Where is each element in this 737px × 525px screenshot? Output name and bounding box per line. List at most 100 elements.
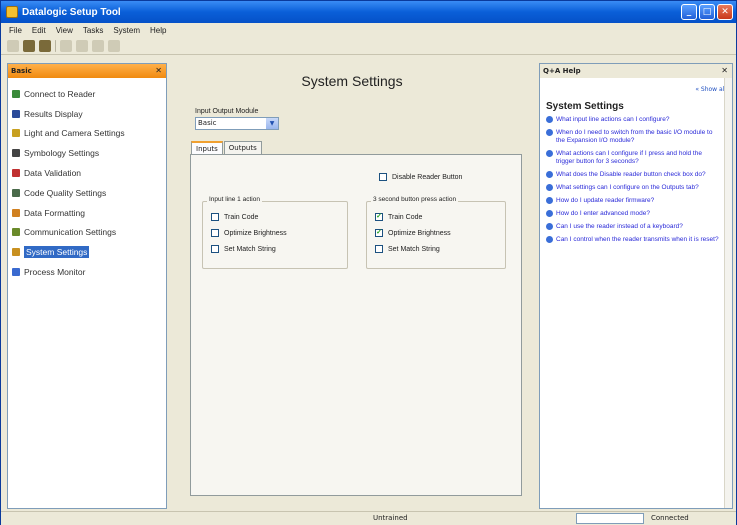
- g2-set-match-string-checkbox[interactable]: Set Match String: [375, 245, 451, 253]
- question-icon: [546, 184, 553, 191]
- maximize-button[interactable]: □: [699, 4, 715, 20]
- checkbox-label: Train Code: [388, 213, 423, 221]
- window-title: Datalogic Setup Tool: [22, 6, 121, 18]
- nav-data-formatting[interactable]: Data Formatting: [8, 203, 166, 223]
- symbology-icon: [12, 149, 20, 158]
- nav-label: Light and Camera Settings: [24, 128, 125, 139]
- faq-link[interactable]: What does the Disable reader button chec…: [546, 171, 722, 179]
- nav-label: Symbology Settings: [24, 148, 100, 159]
- minimize-button[interactable]: _: [681, 4, 697, 20]
- nav-code-quality-settings[interactable]: Code Quality Settings: [8, 183, 166, 203]
- help-pane-title: Q+A Help: [543, 67, 581, 75]
- monitor-icon: [12, 268, 20, 277]
- faq-link[interactable]: What settings can I configure on the Out…: [546, 184, 722, 192]
- checkbox-box[interactable]: [211, 213, 219, 221]
- quality-icon: [12, 188, 20, 197]
- menu-system[interactable]: System: [113, 26, 140, 35]
- g2-optimize-brightness-checkbox[interactable]: ✓ Optimize Brightness: [375, 229, 451, 237]
- toolbar-help-icon[interactable]: [108, 39, 120, 52]
- question-icon: [546, 150, 553, 157]
- formatting-icon: [12, 208, 20, 217]
- app-window: Datalogic Setup Tool _ □ ✕ File Edit Vie…: [0, 0, 737, 525]
- system-icon: [12, 248, 20, 257]
- toolbar-load-icon[interactable]: [76, 39, 88, 52]
- faq-text[interactable]: What does the Disable reader button chec…: [556, 171, 706, 179]
- nav-system-settings[interactable]: System Settings: [8, 242, 166, 262]
- faq-link[interactable]: When do I need to switch from the basic …: [546, 129, 722, 145]
- nav-data-validation[interactable]: Data Validation: [8, 163, 166, 183]
- question-icon: [546, 236, 553, 243]
- checkmark-icon[interactable]: ✓: [375, 213, 383, 221]
- question-icon: [546, 210, 553, 217]
- menu-edit[interactable]: Edit: [32, 26, 46, 35]
- task-pane-header: Basic ✕: [8, 64, 166, 78]
- menu-bar: File Edit View Tasks System Help: [1, 23, 736, 37]
- faq-link[interactable]: Can I control when the reader transmits …: [546, 236, 722, 244]
- faq-text[interactable]: How do I enter advanced mode?: [556, 210, 650, 218]
- nav-label: Code Quality Settings: [24, 187, 107, 198]
- checkmark-icon[interactable]: ✓: [375, 229, 383, 237]
- toolbar-new-icon[interactable]: [7, 39, 19, 52]
- question-icon: [546, 197, 553, 204]
- faq-text[interactable]: Can I use the reader instead of a keyboa…: [556, 223, 683, 231]
- three-second-press-group: 3 second button press action ✓ Train Code…: [366, 196, 506, 269]
- disable-reader-button-checkbox[interactable]: Disable Reader Button: [379, 173, 462, 181]
- question-icon: [546, 171, 553, 178]
- close-icon[interactable]: ✕: [721, 64, 728, 78]
- faq-text[interactable]: What actions can I configure if I press …: [556, 150, 722, 166]
- io-module-select[interactable]: Basic ▼: [195, 117, 279, 130]
- checkbox-box[interactable]: [375, 245, 383, 253]
- close-button[interactable]: ✕: [717, 4, 733, 20]
- nav-symbology-settings[interactable]: Symbology Settings: [8, 143, 166, 163]
- g1-optimize-brightness-checkbox[interactable]: Optimize Brightness: [211, 229, 287, 237]
- task-pane: Basic ✕ Connect to Reader Results Displa…: [7, 63, 167, 509]
- faq-link[interactable]: Can I use the reader instead of a keyboa…: [546, 223, 722, 231]
- menu-tasks[interactable]: Tasks: [83, 26, 103, 35]
- checkbox-box[interactable]: [379, 173, 387, 181]
- checkbox-box[interactable]: [211, 245, 219, 253]
- g1-set-match-string-checkbox[interactable]: Set Match String: [211, 245, 287, 253]
- nav-results-display[interactable]: Results Display: [8, 104, 166, 124]
- tab-inputs[interactable]: Inputs: [191, 141, 223, 155]
- nav-process-monitor[interactable]: Process Monitor: [8, 262, 166, 282]
- show-all-link[interactable]: « Show all: [695, 86, 726, 93]
- toolbar-separator: [55, 39, 56, 52]
- toolbar-save-icon[interactable]: [60, 39, 72, 52]
- faq-text[interactable]: How do I update reader firmware?: [556, 197, 654, 205]
- group-legend: 3 second button press action: [371, 196, 459, 203]
- menu-view[interactable]: View: [56, 26, 73, 35]
- menu-help[interactable]: Help: [150, 26, 166, 35]
- faq-link[interactable]: What input line actions can I configure?: [546, 116, 722, 124]
- nav-label: System Settings: [24, 246, 90, 259]
- faq-text[interactable]: Can I control when the reader transmits …: [556, 236, 719, 244]
- nav-connect-to-reader[interactable]: Connect to Reader: [8, 84, 166, 104]
- checkbox-box[interactable]: [211, 229, 219, 237]
- nav-communication-settings[interactable]: Communication Settings: [8, 223, 166, 243]
- faq-text[interactable]: What input line actions can I configure?: [556, 116, 669, 124]
- faq-text[interactable]: What settings can I configure on the Out…: [556, 184, 699, 192]
- question-icon: [546, 116, 553, 123]
- toolbar-trigger-icon[interactable]: [39, 39, 51, 52]
- close-icon[interactable]: ✕: [155, 64, 162, 78]
- faq-link[interactable]: How do I enter advanced mode?: [546, 210, 722, 218]
- nav-light-camera-settings[interactable]: Light and Camera Settings: [8, 124, 166, 144]
- g2-train-code-checkbox[interactable]: ✓ Train Code: [375, 213, 451, 221]
- checkbox-label: Train Code: [224, 213, 259, 221]
- io-module-value: Basic: [198, 119, 217, 127]
- toolbar-connect-icon[interactable]: [23, 39, 35, 52]
- faq-list: What input line actions can I configure?…: [546, 116, 722, 249]
- nav-label: Results Display: [24, 108, 83, 119]
- faq-link[interactable]: What actions can I configure if I press …: [546, 150, 722, 166]
- main-panel: System Settings Input Output Module Basi…: [169, 63, 535, 509]
- faq-text[interactable]: When do I need to switch from the basic …: [556, 129, 722, 145]
- faq-link[interactable]: How do I update reader firmware?: [546, 197, 722, 205]
- status-bar: Untrained Connected: [1, 511, 736, 525]
- help-scrollbar[interactable]: [724, 78, 732, 508]
- g1-train-code-checkbox[interactable]: Train Code: [211, 213, 287, 221]
- tab-strip: Inputs Outputs: [191, 141, 263, 155]
- checkbox-label: Disable Reader Button: [392, 173, 463, 181]
- chevron-down-icon[interactable]: ▼: [266, 118, 278, 129]
- toolbar-settings-icon[interactable]: [92, 39, 104, 52]
- tab-outputs[interactable]: Outputs: [223, 141, 262, 154]
- menu-file[interactable]: File: [9, 26, 22, 35]
